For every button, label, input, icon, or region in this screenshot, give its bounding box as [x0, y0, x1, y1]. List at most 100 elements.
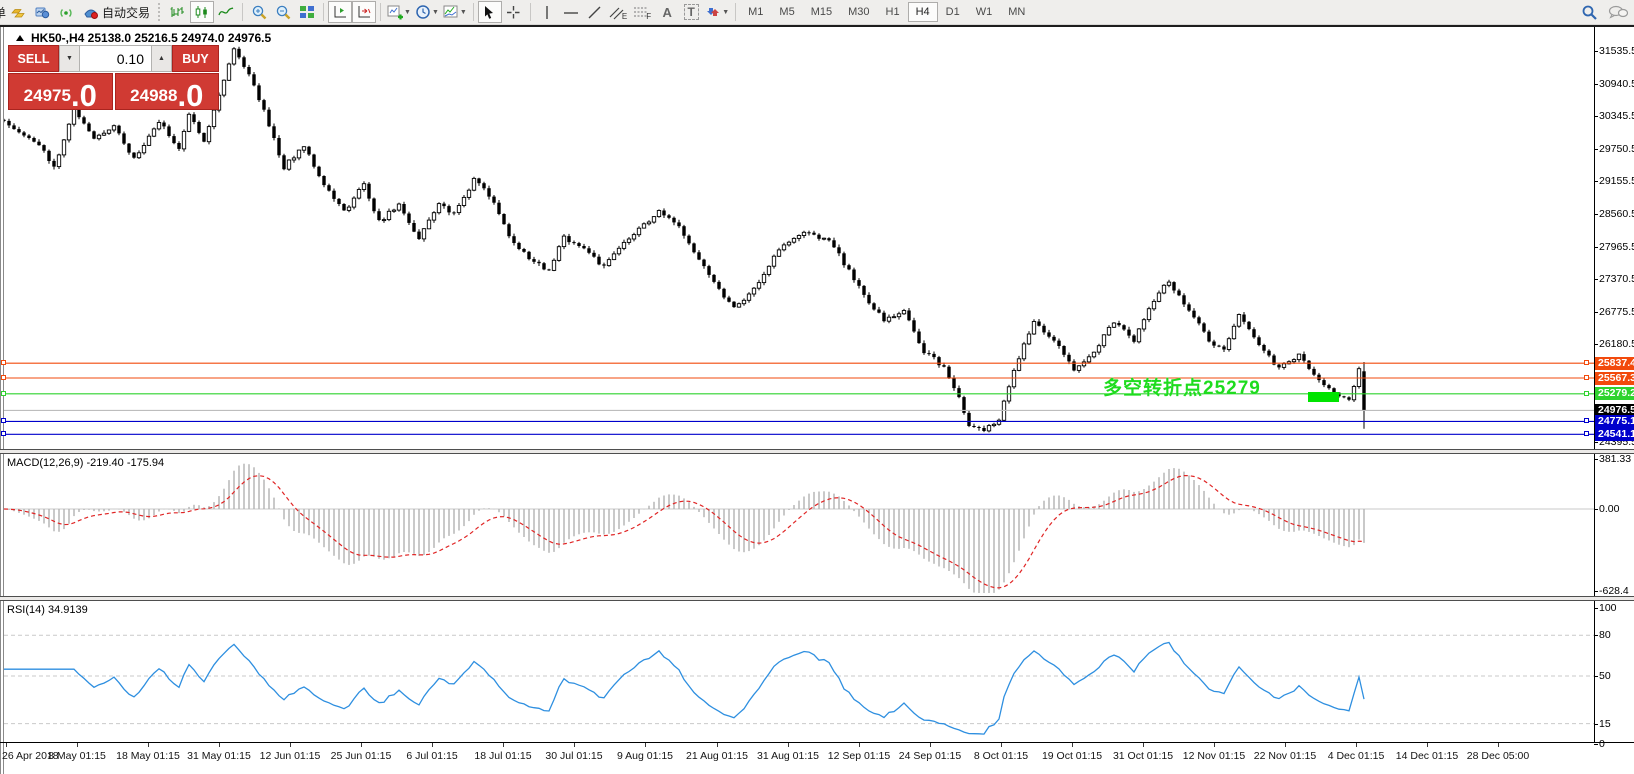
- line-handle[interactable]: [1, 375, 6, 380]
- sell-button[interactable]: SELL: [8, 45, 59, 72]
- line-chart-icon[interactable]: [214, 1, 238, 23]
- date-axis-label: 19 Oct 01:15: [1042, 750, 1102, 762]
- fibonacci-tool[interactable]: F: [631, 1, 655, 23]
- date-axis-label: 4 Dec 01:15: [1328, 750, 1385, 762]
- macd-chart: [4, 454, 1594, 596]
- ohlc-bars-icon: [170, 4, 186, 20]
- macd-label: MACD(12,26,9) -219.40 -175.94: [7, 457, 164, 469]
- new-chart-button[interactable]: ▼: [385, 1, 413, 23]
- date-axis-label: 31 Aug 01:15: [757, 750, 819, 762]
- price-line-label[interactable]: 25567.3: [1595, 372, 1634, 385]
- auto-trading-button[interactable]: 自动交易: [78, 1, 155, 23]
- auto-scroll-icon[interactable]: [352, 1, 376, 23]
- pivot-rectangle[interactable]: [1308, 392, 1339, 402]
- macd-axis-label: 0.00: [1599, 503, 1619, 515]
- text-label-tool[interactable]: T: [679, 1, 703, 23]
- timeframe-h4[interactable]: H4: [908, 2, 938, 22]
- arrows-tool[interactable]: ▼: [703, 1, 731, 23]
- timeframe-m5[interactable]: M5: [771, 2, 802, 22]
- candlestick-chart-icon[interactable]: [190, 1, 214, 23]
- tile-windows-icon[interactable]: [295, 1, 319, 23]
- sell-price[interactable]: 24975 .0: [8, 73, 113, 110]
- date-axis-label: 14 Dec 01:15: [1396, 750, 1458, 762]
- signals-icon[interactable]: [54, 1, 78, 23]
- date-axis-tick: [1498, 743, 1499, 747]
- cursor-tool[interactable]: [478, 1, 502, 23]
- date-axis-tick: [6, 743, 7, 747]
- line-handle[interactable]: [1, 418, 6, 423]
- line-handle[interactable]: [1584, 431, 1589, 436]
- text-tool[interactable]: A: [655, 1, 679, 23]
- date-axis-border: [0, 742, 1634, 743]
- collapse-panel-icon[interactable]: [16, 35, 24, 41]
- price-axis-tick: [1594, 214, 1598, 215]
- line-handle[interactable]: [1, 431, 6, 436]
- gold-bars-icon[interactable]: [6, 1, 30, 23]
- price-line-label[interactable]: 25837.4: [1595, 357, 1634, 370]
- volume-input[interactable]: 0.10: [80, 45, 151, 72]
- timeframe-mn[interactable]: MN: [1000, 2, 1033, 22]
- expert-advisors-icon[interactable]: [30, 1, 54, 23]
- indicators-icon: [443, 4, 459, 20]
- periods-button[interactable]: ▼: [413, 1, 441, 23]
- price-line-label[interactable]: 25279.2: [1595, 387, 1634, 400]
- crosshair-tool[interactable]: [502, 1, 526, 23]
- macd-axis-tick: [1594, 509, 1598, 510]
- line-handle[interactable]: [1584, 391, 1589, 396]
- vertical-line-tool[interactable]: [535, 1, 559, 23]
- timeframe-h1[interactable]: H1: [878, 2, 908, 22]
- chart-shift-icon[interactable]: [328, 1, 352, 23]
- macd-axis-tick: [1594, 591, 1598, 592]
- zoom-out-icon[interactable]: [271, 1, 295, 23]
- price-axis-tick: [1594, 442, 1598, 443]
- autotrade-icon: [83, 4, 99, 20]
- trendline-icon: [587, 5, 602, 20]
- timeframe-m1[interactable]: M1: [740, 2, 771, 22]
- timeframe-m15[interactable]: M15: [803, 2, 840, 22]
- buy-price[interactable]: 24988 .0: [115, 73, 220, 110]
- macd-axis-label: 381.33: [1599, 453, 1631, 465]
- price-line-label[interactable]: 24541.1: [1595, 428, 1634, 441]
- equidistant-channel-tool[interactable]: E: [607, 1, 631, 23]
- zoom-in-icon[interactable]: [247, 1, 271, 23]
- line-handle[interactable]: [1584, 418, 1589, 423]
- trendline-tool[interactable]: [583, 1, 607, 23]
- date-axis-tick: [859, 743, 860, 747]
- timeframe-w1[interactable]: W1: [968, 2, 1001, 22]
- timeframe-d1[interactable]: D1: [938, 2, 968, 22]
- line-handle[interactable]: [1, 391, 6, 396]
- date-axis-tick: [930, 743, 931, 747]
- buy-button[interactable]: BUY: [172, 45, 219, 72]
- bar-chart-icon[interactable]: [166, 1, 190, 23]
- hline-icon: [563, 5, 579, 20]
- rsi-axis-label: 50: [1599, 670, 1611, 682]
- label-t-glyph: T: [684, 4, 699, 20]
- date-axis-label: 25 Jun 01:15: [331, 750, 392, 762]
- pivot-annotation-text[interactable]: 多空转折点25279: [1103, 373, 1261, 400]
- clock-icon: [415, 4, 431, 20]
- crosshair-icon: [506, 5, 521, 20]
- toolbar-separator: [242, 3, 243, 21]
- toolbar-grip: [158, 3, 163, 21]
- horizontal-line-tool[interactable]: [559, 1, 583, 23]
- indicators-button[interactable]: ▼: [441, 1, 469, 23]
- rsi-axis-tick: [1594, 608, 1598, 609]
- price-axis-label: 30345.5: [1599, 110, 1634, 122]
- timeframe-m30[interactable]: M30: [840, 2, 877, 22]
- curve-icon: [218, 4, 234, 20]
- volume-decrease-button[interactable]: ▼: [59, 45, 80, 72]
- price-axis-label: 29750.5: [1599, 143, 1634, 155]
- price-line-label[interactable]: 24775.1: [1595, 415, 1634, 428]
- dropdown-caret-icon: ▼: [460, 9, 467, 16]
- line-handle[interactable]: [1584, 375, 1589, 380]
- line-handle[interactable]: [1584, 360, 1589, 365]
- shift-icon: [332, 4, 348, 20]
- chat-icon[interactable]: [1608, 4, 1628, 20]
- volume-increase-button[interactable]: ▲: [151, 45, 172, 72]
- search-icon[interactable]: [1581, 4, 1598, 21]
- rsi-axis-tick: [1594, 635, 1598, 636]
- tiles-icon: [299, 4, 315, 20]
- date-axis-tick: [361, 743, 362, 747]
- window-left-border: [0, 27, 1, 774]
- line-handle[interactable]: [1, 360, 6, 365]
